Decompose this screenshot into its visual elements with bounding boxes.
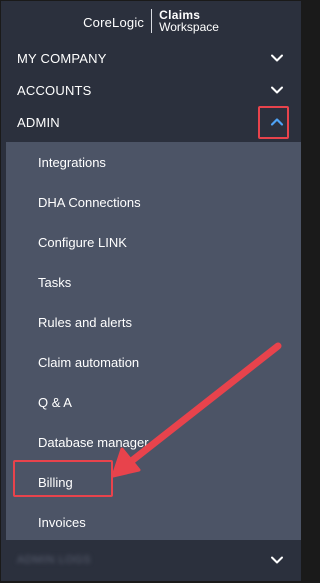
submenu-item-label: Invoices — [38, 514, 86, 530]
submenu-item-integrations[interactable]: Integrations — [6, 142, 301, 182]
nav-section-label: ADMIN — [17, 114, 60, 130]
brand-left-text: CoreLogic — [83, 14, 145, 30]
admin-toggle-highlight — [258, 106, 289, 139]
submenu-item-label: Integrations — [38, 154, 106, 170]
submenu-item-rules-and-alerts[interactable]: Rules and alerts — [6, 302, 301, 342]
submenu-item-label: Tasks — [38, 274, 72, 290]
brand-header: CoreLogic Claims Workspace — [1, 1, 301, 41]
billing-highlight — [13, 460, 113, 497]
brand-right-text: Claims Workspace — [152, 9, 219, 33]
submenu-item-label: Q & A — [38, 394, 72, 410]
brand-right-line2: Workspace — [159, 20, 219, 34]
chevron-down-icon[interactable] — [270, 51, 284, 65]
nav-section-accounts[interactable]: ACCOUNTS — [1, 74, 301, 106]
sidebar-frame: CoreLogic Claims Workspace MY COMPANY AC… — [1, 1, 301, 581]
corelogic-logo: CoreLogic Claims Workspace — [83, 9, 219, 33]
submenu-item-label: Database manager — [38, 434, 149, 450]
nav-section-my-company[interactable]: MY COMPANY — [1, 42, 301, 74]
nav-section-admin-logs[interactable]: ADMIN LOGS — [1, 540, 301, 581]
submenu-item-q-and-a[interactable]: Q & A — [6, 382, 301, 422]
submenu-item-invoices[interactable]: Invoices — [6, 502, 301, 542]
submenu-item-database-manager[interactable]: Database manager — [6, 422, 301, 462]
chevron-down-icon[interactable] — [270, 553, 284, 567]
submenu-item-label: DHA Connections — [38, 194, 141, 210]
submenu-item-dha-connections[interactable]: DHA Connections — [6, 182, 301, 222]
nav-section-label: ADMIN LOGS — [17, 554, 92, 566]
nav-section-label: ACCOUNTS — [17, 82, 92, 98]
submenu-item-tasks[interactable]: Tasks — [6, 262, 301, 302]
submenu-item-label: Configure LINK — [38, 234, 127, 250]
submenu-item-label: Claim automation — [38, 354, 140, 370]
submenu-item-label: Rules and alerts — [38, 314, 132, 330]
nav-section-label: MY COMPANY — [17, 50, 107, 66]
submenu-item-configure-link[interactable]: Configure LINK — [6, 222, 301, 262]
nav-section-admin[interactable]: ADMIN — [1, 106, 301, 138]
submenu-item-claim-automation[interactable]: Claim automation — [6, 342, 301, 382]
chevron-down-icon[interactable] — [270, 83, 284, 97]
